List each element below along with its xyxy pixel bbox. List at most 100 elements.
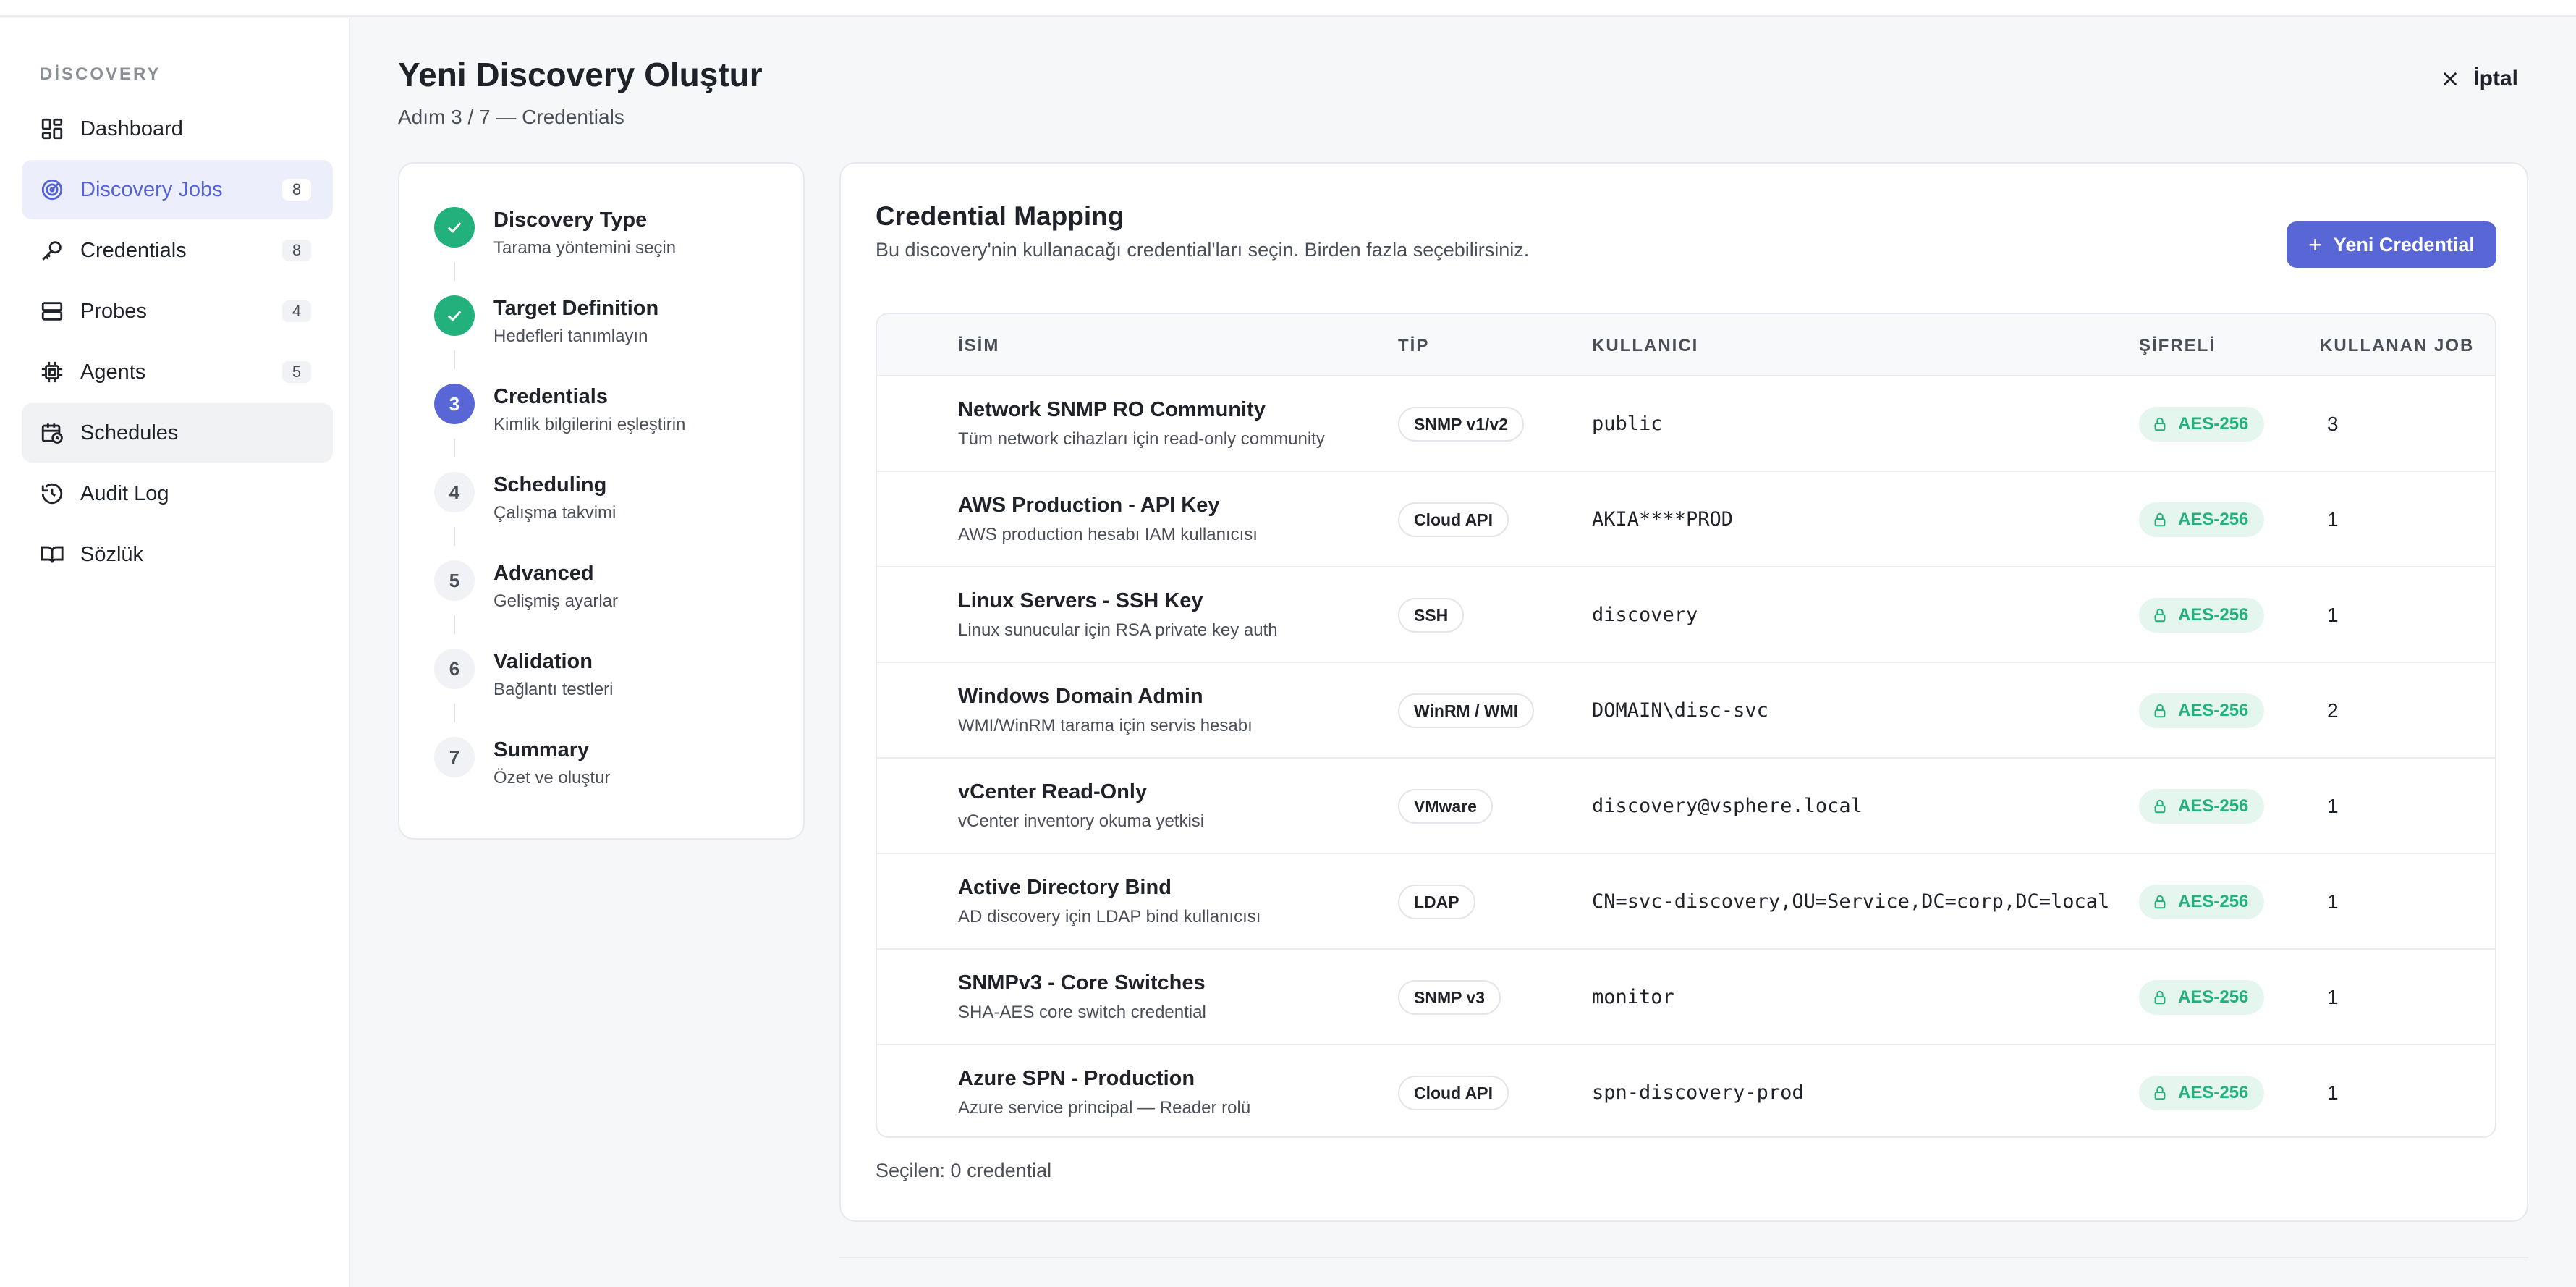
step-title: Target Definition [493,297,659,320]
job-count: 2 [2327,699,2339,722]
credential-desc: SHA-AES core switch credential [958,1003,1206,1022]
job-count: 1 [2327,604,2339,626]
table-row[interactable]: Azure SPN - Production Azure service prin… [877,1045,2495,1136]
step-desc: Gelişmiş ayarlar [493,591,619,611]
sidebar-item-probes[interactable]: Probes 4 [22,282,333,341]
step-target-definition[interactable]: Target Definition Hedefleri tanımlayın [434,295,658,347]
table-row[interactable]: SNMPv3 - Core Switches SHA-AES core switc… [877,950,2495,1045]
encryption-label: AES-256 [2178,987,2249,1007]
sidebar-item-label: Dashboard [80,117,183,140]
book-icon [40,542,64,567]
encryption-label: AES-256 [2178,414,2249,434]
sidebar-item-audit-log[interactable]: Audit Log [22,464,333,523]
table-row[interactable]: AWS Production - API Key AWS production h… [877,472,2495,567]
type-chip: WinRM / WMI [1398,693,1535,728]
encryption-badge: AES-256 [2139,502,2265,537]
table-row[interactable]: Windows Domain Admin WMI/WinRM tarama içi… [877,663,2495,759]
section-subtitle: Bu discovery'nin kullanacağı credential'… [876,239,1530,261]
table-row[interactable]: Network SNMP RO Community Tüm network cih… [877,376,2495,472]
step-summary[interactable]: 7 Summary Özet ve oluştur [434,737,610,788]
count-badge: 8 [282,240,311,261]
key-icon [40,238,64,263]
encryption-label: AES-256 [2178,892,2249,911]
credential-name: AWS Production - API Key [958,494,1220,517]
credential-name: SNMPv3 - Core Switches [958,971,1206,995]
credential-desc: vCenter inventory okuma yetkisi [958,811,1205,831]
step-indicator: Adım 3 / 7 — Credentials [398,106,624,128]
encryption-badge: AES-256 [2139,789,2265,824]
job-count: 1 [2327,795,2339,817]
count-badge: 4 [282,300,311,322]
button-label: Yeni Credential [2333,233,2475,256]
table-row[interactable]: vCenter Read-Only vCenter inventory okuma… [877,759,2495,854]
check-icon [434,207,475,248]
cancel-button[interactable]: İptal [2440,67,2518,91]
step-discovery-type[interactable]: Discovery Type Tarama yöntemini seçin [434,207,676,258]
step-number: 5 [434,560,475,601]
lock-icon [2154,990,2166,1005]
lock-icon [2154,417,2166,431]
encryption-badge: AES-256 [2139,1076,2265,1110]
calendar-clock-icon [40,421,64,445]
sidebar-item-discovery-jobs[interactable]: Discovery Jobs 8 [22,160,333,219]
sidebar-item-schedules[interactable]: Schedules [22,403,333,463]
step-desc: Kimlik bilgilerini eşleştirin [493,415,686,434]
sidebar-item-label: Audit Log [80,481,169,505]
type-chip: SNMP v3 [1398,980,1501,1015]
sidebar-item-agents[interactable]: Agents 5 [22,342,333,402]
credential-user: DOMAIN\disc-svc [1592,699,1768,722]
step-validation[interactable]: 6 Validation Bağlantı testleri [434,649,613,700]
sidebar-item-sozluk[interactable]: Sözlük [22,525,333,584]
selected-count: Seçilen: 0 credential [876,1160,1052,1181]
cancel-label: İptal [2473,67,2518,90]
step-desc: Tarama yöntemini seçin [493,238,677,258]
radar-icon [40,177,64,202]
step-connector [454,350,455,369]
sidebar-item-label: Credentials [80,238,187,262]
step-number: 6 [434,649,475,689]
credential-name: Active Directory Bind [958,876,1172,899]
column-header-encrypted[interactable]: ŞİFRELİ [2139,336,2216,356]
step-title: Validation [493,650,593,673]
encryption-badge: AES-256 [2139,693,2265,728]
new-credential-button[interactable]: + Yeni Credential [2287,221,2496,268]
type-chip: Cloud API [1398,1076,1509,1110]
dashboard-icon [40,117,64,141]
page-title: Yeni Discovery Oluştur [398,56,763,93]
server-icon [40,299,64,324]
encryption-badge: AES-256 [2139,980,2265,1015]
encryption-label: AES-256 [2178,1083,2249,1102]
column-header-jobs[interactable]: KULLANAN JOB [2320,336,2474,356]
step-number: 7 [434,737,475,777]
encryption-badge: AES-256 [2139,885,2265,919]
history-icon [40,481,64,506]
sidebar-item-dashboard[interactable]: Dashboard [22,99,333,159]
credential-user: CN=svc-discovery,OU=Service,DC=corp,DC=l… [1592,890,2110,913]
job-count: 3 [2327,413,2339,435]
credential-name: Windows Domain Admin [958,685,1203,708]
lock-icon [2154,1086,2166,1100]
close-icon [2444,72,2457,86]
step-advanced[interactable]: 5 Advanced Gelişmiş ayarlar [434,560,618,612]
credential-desc: WMI/WinRM tarama için servis hesabı [958,716,1253,735]
table-row[interactable]: Active Directory Bind AD discovery için L… [877,854,2495,950]
table-row[interactable]: Linux Servers - SSH Key Linux sunucular i… [877,567,2495,663]
credential-user: discovery [1592,604,1698,626]
column-header-type[interactable]: TİP [1398,336,1429,356]
lock-icon [2154,895,2166,909]
step-credentials[interactable]: 3 Credentials Kimlik bilgilerini eşleşti… [434,384,685,435]
credential-name: Linux Servers - SSH Key [958,589,1203,612]
job-count: 1 [2327,986,2339,1008]
cpu-icon [40,360,64,384]
step-number: 4 [434,472,475,512]
top-bar [0,0,2576,17]
credential-mapping-card: Credential Mapping Bu discovery'nin kull… [839,162,2528,1222]
step-scheduling[interactable]: 4 Scheduling Çalışma takvimi [434,472,616,523]
job-count: 1 [2327,890,2339,913]
column-header-name[interactable]: İSİM [958,336,999,356]
step-desc: Özet ve oluştur [493,768,611,788]
wizard-steps: Discovery Type Tarama yöntemini seçin Ta… [398,162,805,840]
column-header-user[interactable]: KULLANICI [1592,336,1698,356]
sidebar-item-label: Probes [80,299,147,323]
sidebar-item-credentials[interactable]: Credentials 8 [22,221,333,280]
